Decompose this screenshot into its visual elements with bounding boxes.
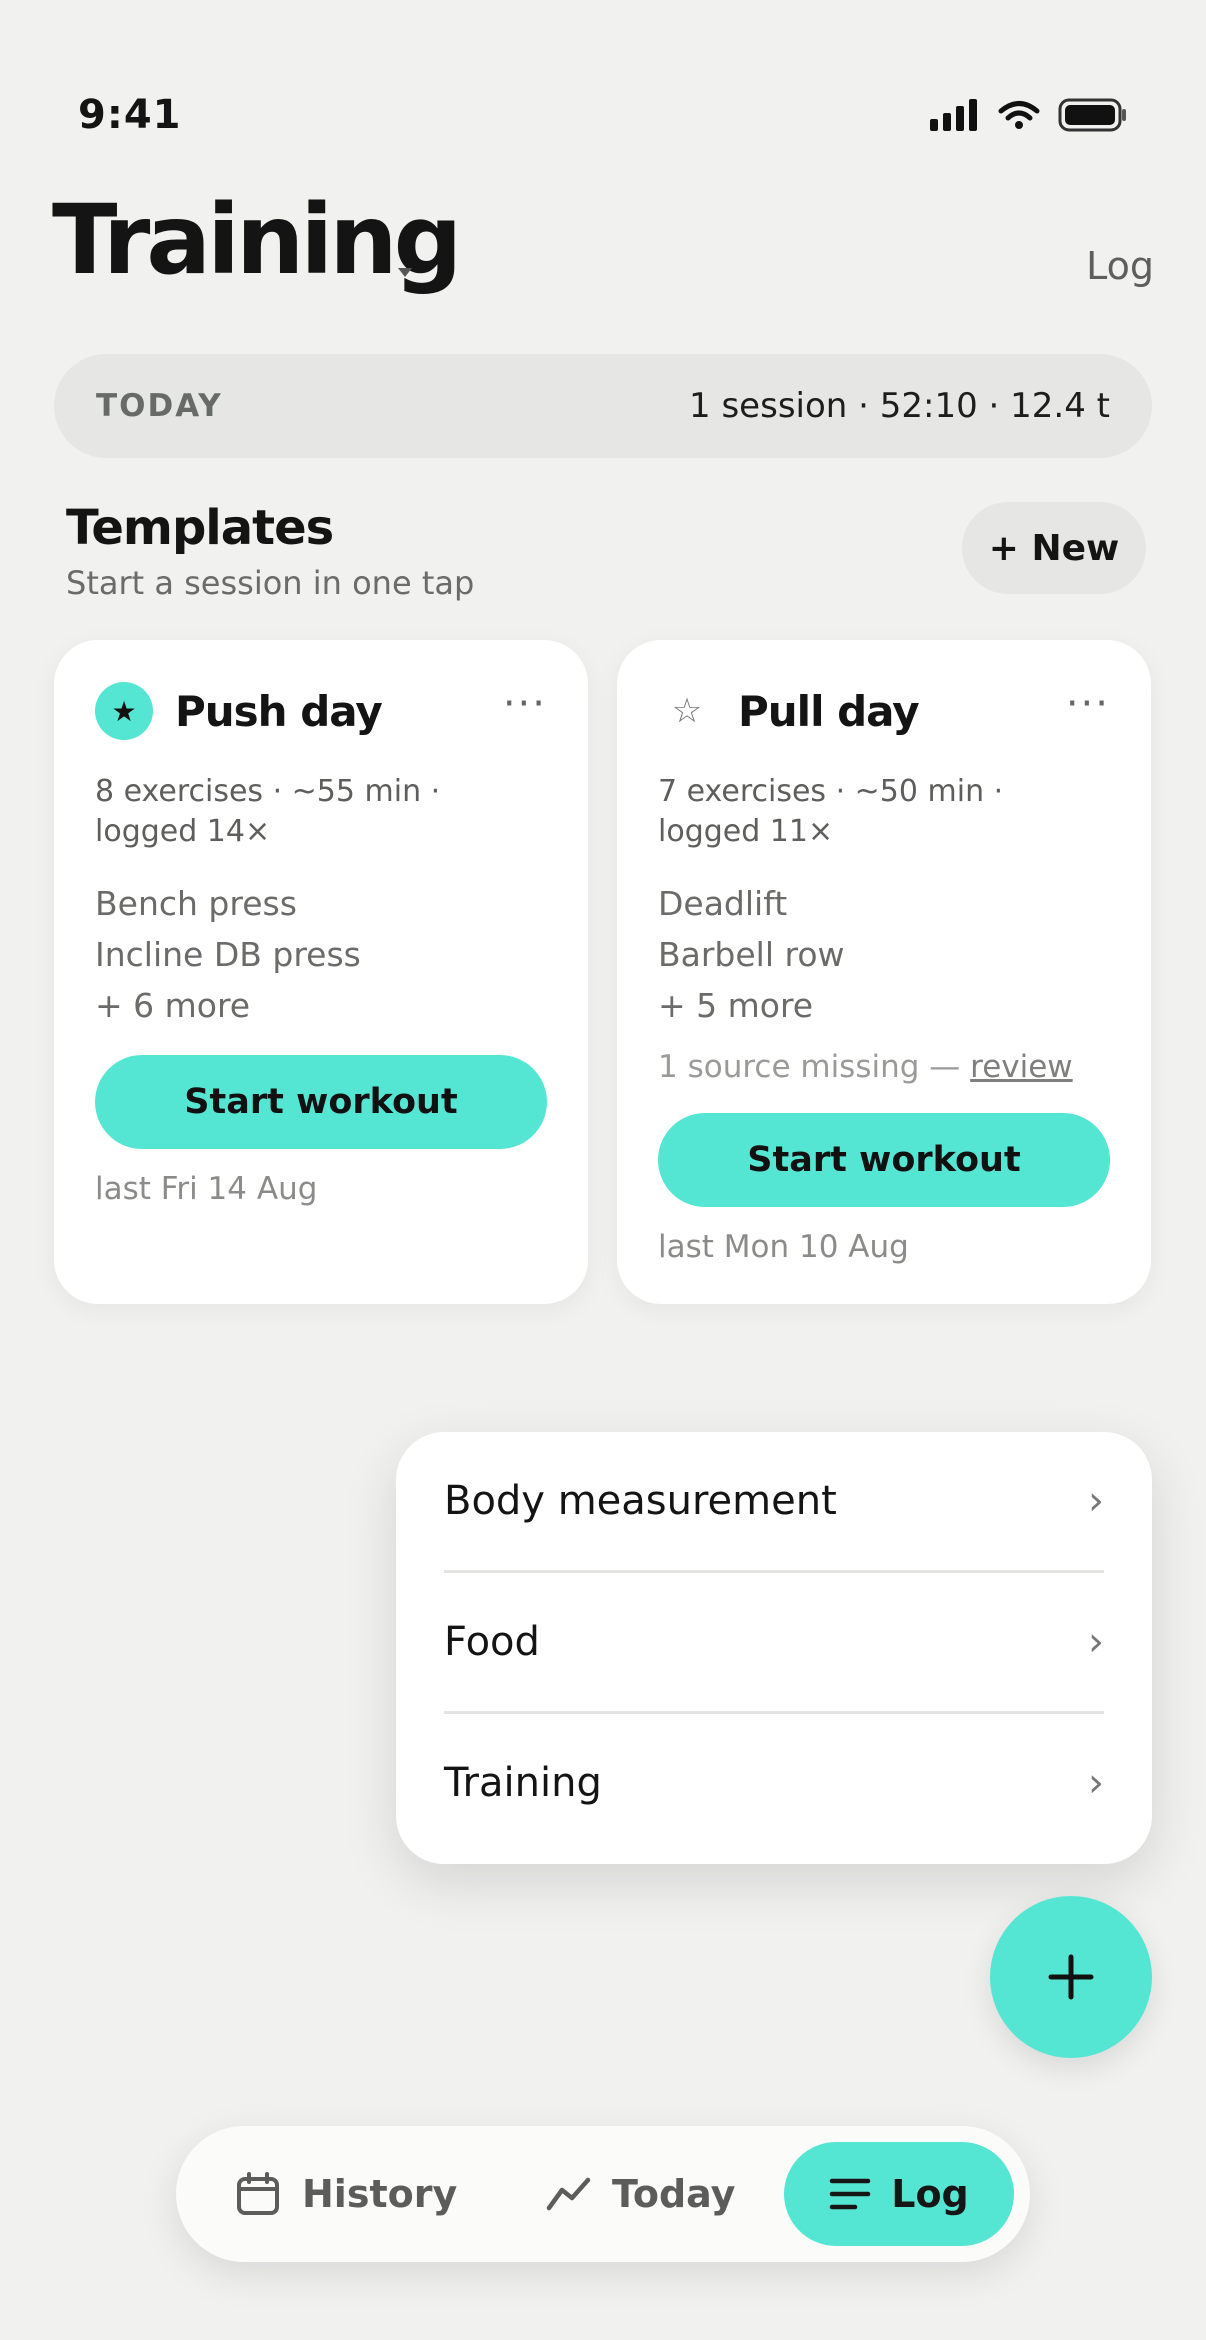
- exercise-item: Bench press: [95, 884, 297, 923]
- last-session: last Mon 10 Aug: [658, 1229, 909, 1265]
- more-options-icon[interactable]: ···: [503, 684, 547, 724]
- new-template-button[interactable]: + New: [962, 502, 1146, 594]
- star-filled-icon[interactable]: ★: [95, 682, 153, 740]
- plus-icon: [1048, 1954, 1094, 2000]
- signal-icon: [930, 99, 977, 131]
- card-meta: 8 exercises · ~55 min · logged 14×: [95, 774, 441, 849]
- review-link[interactable]: review: [970, 1049, 1073, 1085]
- status-time: 9:41: [78, 92, 182, 138]
- nav-label: History: [302, 2172, 458, 2216]
- nav-today[interactable]: Today: [546, 2142, 735, 2246]
- nav-history[interactable]: History: [234, 2142, 457, 2246]
- bottom-nav: History Today Log: [176, 2126, 1030, 2262]
- section-title: Templates: [66, 500, 334, 556]
- warning-text: 1 source missing —: [658, 1049, 971, 1085]
- list-icon: [829, 2178, 871, 2210]
- template-card-pull-day[interactable]: ☆ Pull day ··· 7 exercises · ~50 min · l…: [617, 640, 1151, 1304]
- more-options-icon[interactable]: ···: [1066, 684, 1110, 724]
- add-button[interactable]: [990, 1896, 1152, 2058]
- battery-icon: [1058, 98, 1126, 132]
- wifi-icon: [998, 101, 1040, 129]
- template-card-push-day[interactable]: ★ Push day ··· 8 exercises · ~55 min · l…: [54, 640, 588, 1304]
- chevron-right-icon: ›: [1088, 1619, 1104, 1665]
- exercise-item: Deadlift: [658, 884, 788, 923]
- card-meta: 7 exercises · ~50 min · logged 11×: [658, 774, 1004, 849]
- exercise-item: Barbell row: [658, 935, 845, 974]
- menu-item-body-measurement[interactable]: Body measurement ›: [444, 1432, 1104, 1573]
- trend-icon: [546, 2177, 591, 2211]
- chevron-down-icon[interactable]: [398, 268, 412, 277]
- today-summary[interactable]: TODAY 1 session · 52:10 · 12.4 t: [54, 354, 1152, 458]
- last-session: last Fri 14 Aug: [95, 1171, 318, 1207]
- menu-item-food[interactable]: Food ›: [444, 1573, 1104, 1714]
- card-title: Pull day: [738, 686, 920, 736]
- chevron-right-icon: ›: [1088, 1478, 1104, 1524]
- exercise-item: Incline DB press: [95, 935, 361, 974]
- menu-item-training[interactable]: Training ›: [444, 1714, 1104, 1852]
- nav-label: Today: [612, 2172, 736, 2216]
- today-stats: 1 session · 52:10 · 12.4 t: [689, 386, 1110, 426]
- log-menu: Body measurement › Food › Training ›: [396, 1432, 1152, 1864]
- chevron-right-icon: ›: [1088, 1760, 1104, 1806]
- nav-label: Log: [891, 2172, 969, 2216]
- menu-item-label: Training: [444, 1760, 602, 1806]
- exercise-more: + 5 more: [658, 986, 814, 1025]
- log-link[interactable]: Log: [1086, 244, 1154, 288]
- source-warning: 1 source missing — review: [658, 1045, 1110, 1089]
- exercise-more: + 6 more: [95, 986, 251, 1025]
- section-subtitle: Start a session in one tap: [66, 564, 475, 602]
- start-workout-button[interactable]: Start workout: [95, 1055, 547, 1149]
- nav-log[interactable]: Log: [784, 2142, 1014, 2246]
- start-workout-button[interactable]: Start workout: [658, 1113, 1110, 1207]
- exercise-list: Deadlift Barbell row + 5 more: [658, 878, 1110, 1031]
- menu-item-label: Body measurement: [444, 1478, 837, 1524]
- star-outline-icon[interactable]: ☆: [658, 682, 716, 740]
- exercise-list: Bench press Incline DB press + 6 more: [95, 878, 547, 1031]
- menu-item-label: Food: [444, 1619, 540, 1665]
- card-title: Push day: [175, 686, 383, 736]
- today-label: TODAY: [96, 388, 223, 424]
- calendar-icon: [237, 2172, 279, 2215]
- status-icons: [930, 98, 1128, 132]
